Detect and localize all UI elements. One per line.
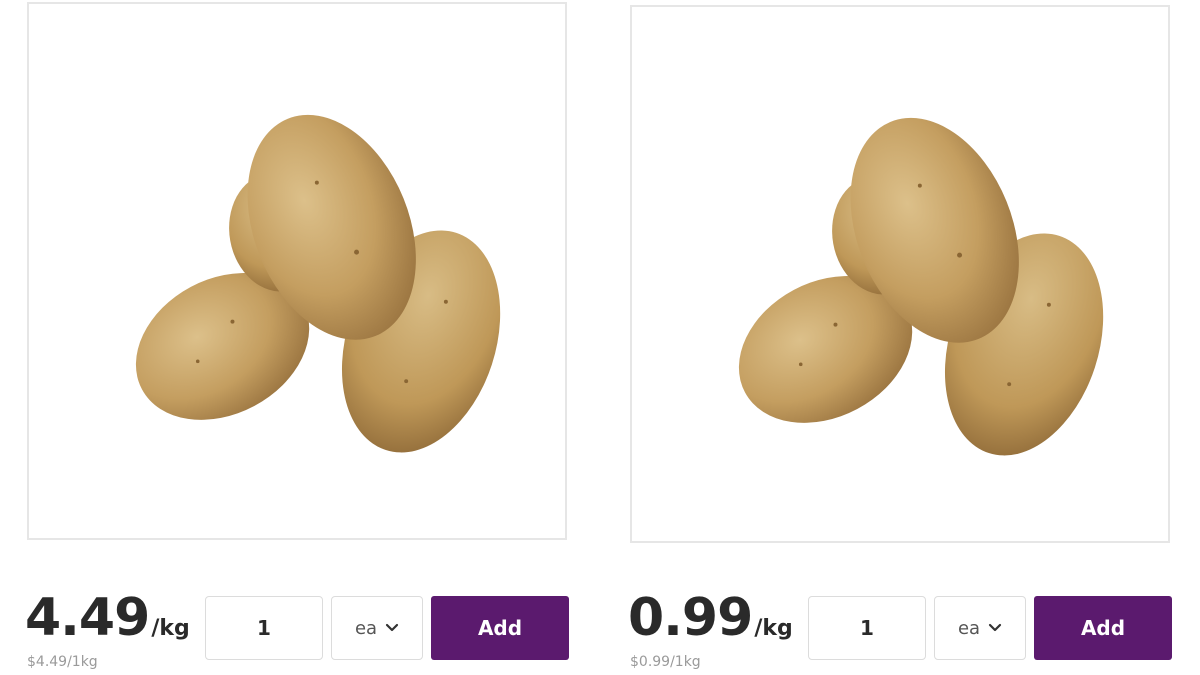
price-value: 4.49 [25,588,150,648]
price: 4.49 /kg [25,588,190,648]
product-image[interactable] [630,5,1170,543]
price-row: 4.49 /kg $4.49/1kg ea Add [25,588,585,675]
add-to-cart-button[interactable]: Add [1034,596,1172,660]
product-card: 0.99 /kg $0.99/1kg ea Add [628,0,1188,675]
quantity-input[interactable] [205,596,323,660]
price-unit: /kg [754,616,793,641]
product-image[interactable] [27,2,567,540]
price-unit: /kg [151,616,190,641]
price: 0.99 /kg [628,588,793,648]
potato-image [713,92,1131,477]
quantity-input[interactable] [808,596,926,660]
price-row: 0.99 /kg $0.99/1kg ea Add [628,588,1188,675]
unit-select-label: ea [354,617,378,639]
chevron-down-icon [988,623,1002,632]
potato-image [110,89,528,474]
unit-price: $4.49/1kg [27,654,98,670]
add-to-cart-button[interactable]: Add [431,596,569,660]
price-value: 0.99 [628,588,753,648]
unit-select[interactable]: ea [934,596,1026,660]
unit-select[interactable]: ea [331,596,423,660]
product-card: 4.49 /kg $4.49/1kg ea Add [25,0,585,675]
unit-select-label: ea [957,617,981,639]
unit-price: $0.99/1kg [630,654,701,670]
chevron-down-icon [385,623,399,632]
